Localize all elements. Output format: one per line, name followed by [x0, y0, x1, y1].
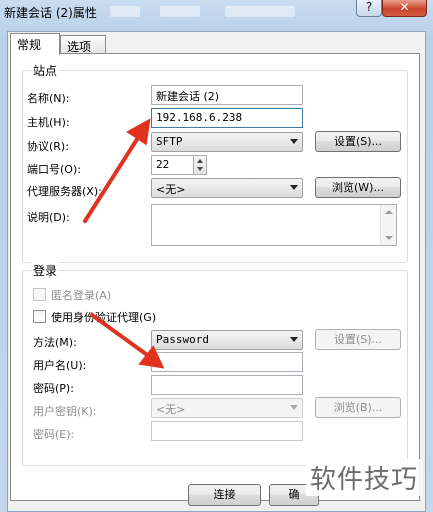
passphrase-label: 密码(E):: [33, 428, 75, 441]
chevron-down-icon: [290, 139, 298, 144]
anonymous-login-label: 匿名登录(A): [51, 289, 112, 302]
protocol-select[interactable]: SFTP: [151, 132, 303, 152]
close-button[interactable]: ✕: [382, 0, 427, 17]
username-field[interactable]: [151, 352, 303, 372]
auth-agent-label: 使用身份验证代理(G): [51, 311, 157, 324]
description-field[interactable]: [151, 204, 397, 246]
method-select-value: Password: [156, 333, 209, 346]
protocol-settings-button[interactable]: 设置(S)...: [315, 131, 401, 152]
protocol-label: 协议(R):: [27, 140, 69, 153]
port-label: 端口号(O):: [27, 163, 81, 176]
user-key-browse-button[interactable]: 浏览(B)...: [315, 397, 401, 418]
host-field[interactable]: 192.168.6.238: [151, 108, 303, 128]
username-label: 用户名(U):: [33, 359, 87, 372]
method-select[interactable]: Password: [151, 330, 303, 350]
password-field[interactable]: [151, 375, 303, 395]
password-label: 密码(P):: [33, 382, 74, 395]
proxy-select-value: <无>: [156, 183, 186, 196]
site-group-title: 站点: [31, 62, 60, 79]
description-scrollbar[interactable]: [380, 205, 396, 245]
tab-panel-general: 站点 名称(N): 新建会话 (2) 主机(H): 192.168.6.238 …: [10, 53, 420, 501]
user-key-select[interactable]: <无>: [151, 398, 303, 418]
spin-down-icon[interactable]: [197, 167, 203, 171]
passphrase-field[interactable]: [151, 421, 303, 441]
dialog-client-area: 常规 选项 站点 名称(N): 新建会话 (2) 主机(H): 192.168.…: [7, 31, 426, 512]
proxy-select[interactable]: <无>: [151, 178, 303, 198]
proxy-browse-button[interactable]: 浏览(W)...: [315, 177, 401, 198]
anonymous-login-checkbox[interactable]: [33, 288, 46, 301]
name-field[interactable]: 新建会话 (2): [151, 85, 303, 105]
chevron-down-icon: [290, 337, 298, 342]
name-label: 名称(N):: [27, 92, 70, 105]
protocol-select-value: SFTP: [156, 135, 183, 148]
method-settings-button[interactable]: 设置(S)...: [315, 329, 401, 350]
title-bar-background-blur: [225, 6, 295, 17]
scroll-up-icon[interactable]: [385, 210, 393, 214]
method-label: 方法(M):: [33, 336, 77, 349]
title-bar-background-blur: [110, 6, 140, 17]
login-group-title: 登录: [31, 262, 60, 279]
window-title: 新建会话 (2)属性: [4, 6, 97, 20]
scroll-down-icon[interactable]: [385, 236, 393, 240]
tab-options[interactable]: 选项: [60, 35, 106, 55]
host-label: 主机(H):: [27, 116, 70, 129]
help-button[interactable]: ?: [356, 0, 382, 17]
user-key-select-value: <无>: [156, 403, 186, 416]
proxy-label: 代理服务器(X):: [27, 185, 102, 198]
connect-button[interactable]: 连接: [188, 484, 261, 506]
auth-agent-checkbox[interactable]: [33, 310, 46, 323]
tab-general[interactable]: 常规: [10, 33, 60, 55]
chevron-down-icon: [290, 405, 298, 410]
chevron-down-icon: [290, 185, 298, 190]
port-field[interactable]: 22: [151, 155, 194, 175]
spin-up-icon[interactable]: [197, 159, 203, 163]
port-spinner[interactable]: [193, 155, 207, 175]
watermark: 软件技巧: [306, 459, 423, 496]
dialog-window: 新建会话 (2)属性 ? ✕ 常规 选项 站点 名称(N): 新建会话 (2) …: [0, 0, 433, 512]
description-label: 说明(D):: [27, 211, 70, 224]
title-bar-background-blur: [160, 6, 200, 17]
title-bar: 新建会话 (2)属性 ? ✕: [0, 0, 433, 26]
user-key-label: 用户密钥(K):: [33, 405, 97, 418]
